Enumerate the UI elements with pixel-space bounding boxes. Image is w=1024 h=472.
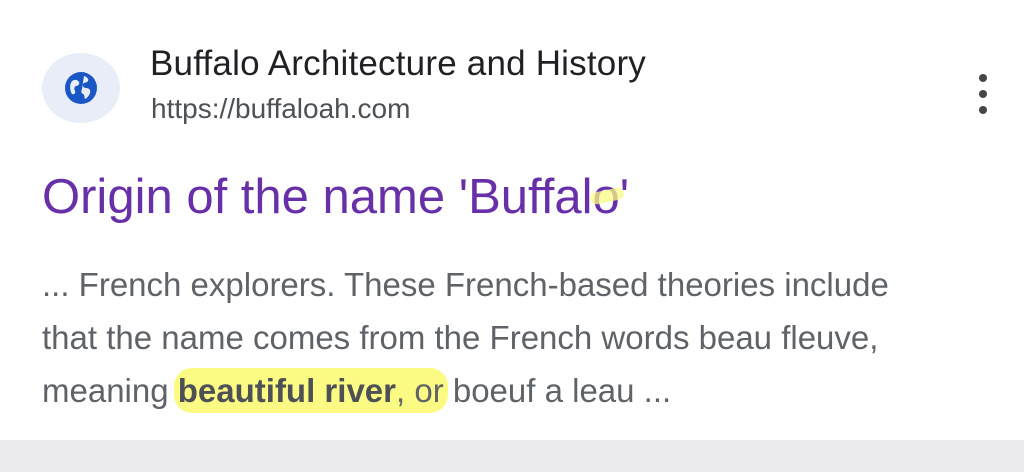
search-result: Buffalo Architecture and History https:/… [0,0,1024,440]
more-vert-icon-dot [979,106,987,114]
snippet-text: boeuf a leau ... [443,372,672,409]
snippet-line: meaning beautiful river, or boeuf a leau… [42,364,1012,417]
result-divider [0,440,1024,472]
snippet-line: ... French explorers. These French-based… [42,266,889,303]
site-name[interactable]: Buffalo Architecture and History [150,44,646,84]
site-favicon[interactable] [42,53,120,123]
snippet-bold-term: beautiful river [177,372,396,409]
snippet-text: meaning [42,372,178,409]
more-options-button[interactable] [966,74,1000,114]
globe-icon [65,72,97,104]
more-vert-icon-dot [979,90,987,98]
result-title-link[interactable]: Origin of the name 'Buffalo' [42,169,629,225]
site-url[interactable]: https://buffaloah.com [151,93,410,125]
more-vert-icon [979,74,987,82]
snippet-text: , or [396,372,444,409]
highlighted-phrase: beautiful river, or [173,368,448,413]
snippet-line: that the name comes from the French word… [42,319,879,356]
result-snippet: ... French explorers. These French-based… [42,258,1012,417]
